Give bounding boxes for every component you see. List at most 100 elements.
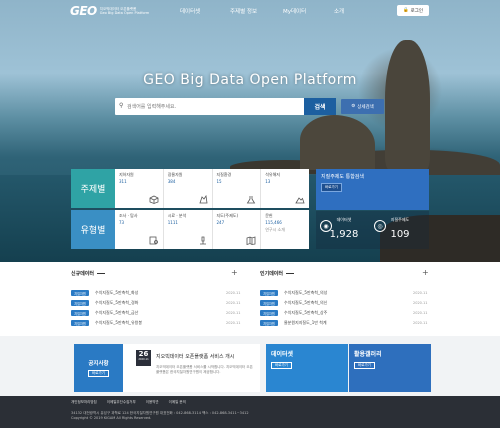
footer-link-privacy[interactable]: 개인정보처리방침 — [71, 400, 97, 405]
quick-link-title: 활용갤러리 — [354, 351, 382, 358]
map-pin-icon: ◎ — [374, 220, 386, 232]
topic-category-row: 지하자원 311 광물자원 384 지질환경 15 석유해저 13 — [115, 169, 309, 208]
list-item[interactable]: 지질자원 수치지질도_5만축척_금산 — [71, 308, 138, 318]
item-date: 2020.11 — [226, 291, 241, 295]
logo-line-2: Geo Big Data Open Platform — [99, 11, 150, 15]
latest-data-title: 신규데이터 — [71, 270, 106, 277]
site-logo[interactable]: GEO 지오빅데이터 오픈플랫폼 Geo Big Data Open Platf… — [70, 4, 149, 18]
type-name: 문헌 — [265, 213, 273, 218]
footer-links: 개인정보처리방침 이메일무단수집거부 이용약관 이메일 문의 — [71, 400, 186, 405]
footer-copyright: Copyright © 2019 KIGAM All Rights Reserv… — [71, 416, 152, 420]
type-item-sample-analysis[interactable]: 시료 · 분석 1111 — [164, 210, 213, 249]
advanced-search-label: 상세검색 — [357, 104, 374, 110]
item-date: 2020.11 — [413, 321, 428, 325]
category-tag: 지질자원 — [71, 300, 89, 306]
item-title: 수치지질도_5만축척_유왕봉 — [95, 320, 143, 325]
footer-address: 34132 대전광역시 유성구 과학로 124 한국지질자원연구원 대표전화 :… — [71, 411, 249, 421]
menu-topic-info[interactable]: 주제별 정보 — [230, 7, 257, 15]
item-title: 수치지질도_5만축척_의신 — [284, 300, 328, 305]
footer-link-email-policy[interactable]: 이메일무단수집거부 — [107, 400, 136, 405]
quick-link-gallery[interactable]: 활용갤러리 바로가기 — [349, 344, 431, 392]
list-item[interactable]: 지질자원 물분원지지질도_1만 척계 — [260, 318, 327, 328]
hero-title: GEO Big Data Open Platform — [143, 72, 357, 88]
mineral-icon — [198, 195, 207, 204]
quick-link-button[interactable]: 바로가기 — [271, 362, 292, 369]
topic-item-petroleum-seabed[interactable]: 석유해저 13 — [261, 169, 309, 208]
notice-panel: 공지사항 바로가기 26 2020.11 지오빅데이터 오픈플랫폼 서비스 개시… — [74, 344, 260, 392]
popular-more-icon[interactable]: + — [422, 268, 429, 277]
list-item[interactable]: 지질자원 수치지질도_5만축척_유왕봉 — [71, 318, 142, 328]
topic-name: 지질환경 — [216, 172, 232, 177]
item-title: 수치지질도_5만축척_상주 — [284, 310, 328, 315]
type-item-map[interactable]: 지도(주제도) 247 — [213, 210, 262, 249]
list-item[interactable]: 지질자원 수치지질도_5만축척_화성 — [71, 288, 138, 298]
item-date: 2020.11 — [226, 321, 241, 325]
item-title: 물분원지지질도_1만 척계 — [284, 320, 327, 325]
quick-link-dataset[interactable]: 데이터셋 바로가기 — [266, 344, 348, 392]
item-date: 2020.11 — [226, 301, 241, 305]
quick-link-button[interactable]: 바로가기 — [354, 362, 375, 369]
notice-body: 지오빅데이터 오픈플랫폼 서비스를 시작합니다. 지오빅데이터 오픈플랫폼은 한… — [156, 365, 253, 374]
database-icon: ◉ — [320, 220, 332, 232]
topic-item-geo-environment[interactable]: 지질환경 15 — [213, 169, 262, 208]
microscope-icon — [199, 236, 206, 245]
lock-icon: 🔒 — [402, 8, 409, 13]
advanced-search-button[interactable]: ⚙ 상세검색 — [341, 99, 384, 114]
list-item[interactable]: 지질자원 수치지질도_5만축척_상주 — [260, 308, 327, 318]
login-label: 로그인 — [410, 8, 424, 14]
menu-dataset[interactable]: 데이터셋 — [180, 7, 200, 15]
type-overlay-text: 연구시 소개 — [265, 227, 285, 232]
footer-link-terms[interactable]: 이용약관 — [146, 400, 159, 405]
item-date: 2020.11 — [413, 291, 428, 295]
map-icon — [246, 236, 256, 245]
geo-map-search-title: 지질주제도 통합검색 — [321, 174, 364, 180]
mountain-icon — [295, 197, 305, 204]
search-document-icon — [149, 236, 158, 245]
search-input[interactable]: 검색어를 입력해주세요. — [127, 103, 176, 110]
type-name: 시료 · 분석 — [167, 213, 187, 218]
topic-category-label: 주제별 — [71, 169, 115, 208]
top-navigation: GEO 지오빅데이터 오픈플랫폼 Geo Big Data Open Platf… — [0, 0, 500, 22]
logo-mark: GEO — [70, 4, 97, 18]
search-icon: ⚲ — [119, 102, 124, 109]
menu-about[interactable]: 소개 — [334, 7, 344, 15]
title-dash — [286, 272, 295, 275]
footer-link-email-inquiry[interactable]: 이메일 문의 — [169, 400, 186, 405]
type-item-survey[interactable]: 조사 · 탐사 73 — [115, 210, 164, 249]
login-button[interactable]: 🔒 로그인 — [397, 5, 429, 16]
search-button[interactable]: 검색 — [304, 98, 336, 115]
item-title: 수치지질도_5만축척_금산 — [95, 310, 139, 315]
stat-geo-map: ◎ 지질주제도 109 — [372, 217, 428, 240]
topic-count: 384 — [167, 179, 176, 184]
filter-icon: ⚙ — [351, 104, 356, 109]
type-item-literature[interactable]: 문헌 115,466 연구시 소개 — [261, 210, 309, 249]
topic-count: 13 — [265, 179, 271, 184]
category-tag: 지질자원 — [260, 300, 278, 306]
title-dash — [97, 272, 106, 275]
topic-item-mineral-resources[interactable]: 지하자원 311 — [115, 169, 164, 208]
topic-count: 311 — [119, 179, 127, 184]
latest-more-icon[interactable]: + — [231, 268, 238, 277]
topic-name: 석유해저 — [265, 172, 280, 177]
topic-item-ore-resources[interactable]: 광물자원 384 — [164, 169, 213, 208]
notice-more-button[interactable]: 바로가기 — [88, 370, 109, 377]
list-item[interactable]: 지질자원 수치지질도_5만축척_의신 — [260, 298, 327, 308]
topic-name: 광물자원 — [167, 172, 183, 177]
type-category-row: 조사 · 탐사 73 시료 · 분석 1111 지도(주제도) 247 문헌 1… — [115, 210, 309, 249]
category-tag: 지질자원 — [71, 320, 89, 326]
type-name: 조사 · 탐사 — [119, 213, 138, 218]
menu-my-data[interactable]: My데이터 — [283, 7, 306, 15]
category-tag: 지질자원 — [260, 290, 278, 296]
list-item[interactable]: 지질자원 수치지질도_5만축척_의성 — [260, 288, 327, 298]
notice-headline[interactable]: 지오빅데이터 오픈플랫폼 서비스 개시 — [156, 353, 234, 360]
type-count: 1111 — [167, 220, 178, 225]
item-date: 2020.11 — [226, 311, 241, 315]
type-category-label: 유형별 — [71, 210, 115, 249]
geo-map-search-button[interactable]: 바로가기 — [321, 183, 342, 192]
category-tag: 지질자원 — [260, 310, 278, 316]
notice-label-box: 공지사항 바로가기 — [74, 344, 123, 392]
list-item[interactable]: 지질자원 수치지질도_5만축척_경화 — [71, 298, 138, 308]
type-count: 73 — [119, 220, 125, 225]
notice-date-badge: 26 2020.11 — [136, 350, 151, 366]
logo-text: 지오빅데이터 오픈플랫폼 Geo Big Data Open Platform — [100, 7, 150, 16]
